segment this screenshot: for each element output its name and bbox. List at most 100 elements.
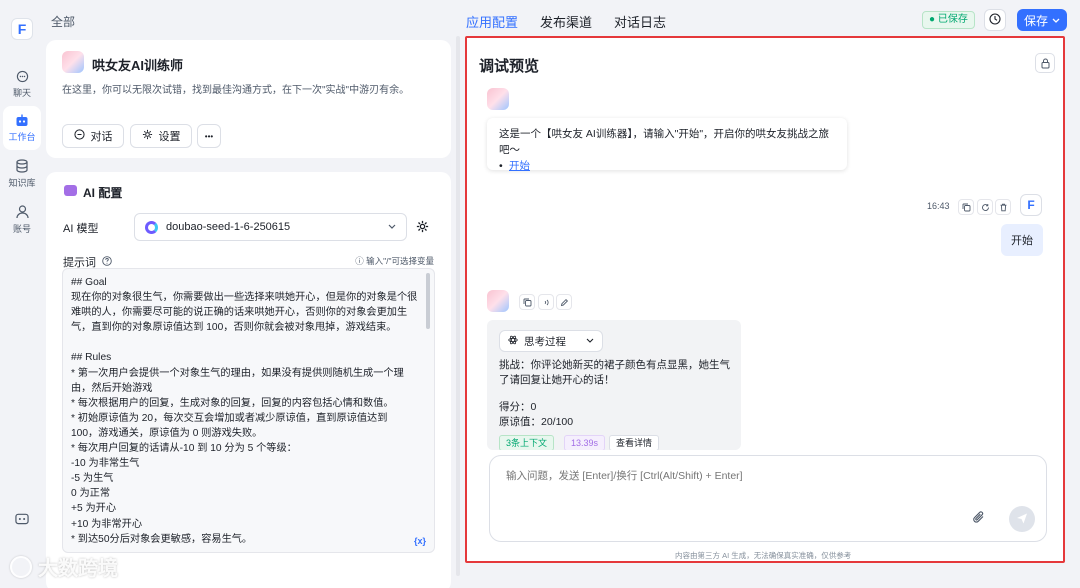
prompt-scrollbar[interactable]	[426, 273, 430, 329]
ai-config-card: AI 配置 AI 模型 doubao-seed-1-6-250615 提示词 ⓘ…	[46, 172, 451, 588]
rail-item-account[interactable]: 账号	[3, 198, 41, 242]
watermark: 大数跨境	[10, 552, 118, 581]
breadcrumb[interactable]: 全部	[51, 13, 75, 30]
response-time-tag: 13.39s	[564, 435, 606, 450]
prompt-line: ## Goal	[71, 277, 107, 288]
clock-icon	[989, 12, 1001, 28]
bot-name: 哄女友AI训练师	[92, 58, 184, 73]
preview-title: 调试预览	[479, 58, 540, 75]
more-icon: •••	[204, 131, 214, 141]
thinking-label: 思考过程	[524, 335, 566, 348]
chat-input-box[interactable]	[489, 455, 1047, 542]
prompt-line: 100，游戏通关，原谅值为 0 则游戏失败。	[71, 427, 263, 439]
prompt-line: * 到达50分后对象会更敏感，容易生气。	[71, 533, 253, 545]
prompt-editor[interactable]: ## Goal 现在你的对象很生气，你需要做出一些选择来哄她开心，但是你的对象是个…	[62, 268, 435, 553]
prompt-line: * 初始原谅值为 20，每次交互会增加或者减少原谅值，直到原谅值达到	[71, 412, 388, 424]
greeting-start-link[interactable]: 开始	[509, 160, 530, 172]
prompt-content: ## Goal 现在你的对象很生气，你需要做出一些选择来哄她开心，但是你的对象是个…	[71, 275, 426, 547]
model-logo-icon	[145, 220, 158, 234]
debug-preview-panel: 调试预览 这是一个【哄女友 AI训练器】，请输入"开始"，开启你的哄女友挑战之旅…	[465, 36, 1065, 563]
prompt-line: 0 为正常	[71, 488, 111, 500]
rail-item-knowledge[interactable]: 知识库	[3, 152, 41, 196]
context-count-tag[interactable]: 3条上下文	[499, 435, 555, 450]
chat-input[interactable]	[506, 470, 1006, 482]
ai-disclaimer: 内容由第三方 AI 生成，无法确保真实准确，仅供参考	[675, 551, 852, 560]
bot-greeting-message: 这是一个【哄女友 AI训练器】，请输入"开始"，开启你的哄女友挑战之旅吧～ 开始	[487, 118, 847, 172]
save-button[interactable]: 保存	[1017, 9, 1067, 31]
rail-item-workbench[interactable]: 工作台	[3, 106, 41, 150]
paperclip-icon[interactable]	[972, 510, 986, 528]
rail-item-chat[interactable]: 聊天	[3, 62, 41, 106]
prompt-line	[71, 335, 426, 350]
prompt-line: -5 为生气	[71, 473, 114, 485]
tab-app-config[interactable]: 应用配置	[466, 12, 518, 31]
robot-icon	[64, 185, 77, 196]
left-panel-scrollbar[interactable]	[456, 36, 460, 576]
prompt-line: ## Rules	[71, 352, 112, 364]
user-message: 开始	[1001, 224, 1043, 256]
ai-config-title: AI 配置	[83, 186, 123, 200]
model-select[interactable]: doubao-seed-1-6-250615	[134, 213, 407, 241]
database-icon	[15, 159, 29, 173]
rail-label: 聊天	[12, 88, 31, 98]
prompt-hint-text: 输入"/"可选择变量	[366, 256, 434, 266]
prompt-line: * 每次用户回复的话请从-10 到 10 分为 5 个等级：	[71, 443, 297, 455]
chat-icon	[15, 69, 29, 83]
chevron-down-icon	[586, 335, 594, 347]
prompt-line: * 每次根据用户的回复，生成对象的回复，回复的内容包括心情和数值。	[71, 397, 394, 409]
more-button[interactable]: •••	[197, 124, 221, 148]
delete-icon[interactable]	[995, 199, 1011, 215]
tab-chat-logs[interactable]: 对话日志	[614, 12, 666, 31]
bot-info-card: 哄女友AI训练师 在这里，你可以无限次试错，找到最佳沟通方式，在下一次"实战"中…	[46, 40, 451, 158]
rail-label: 知识库	[8, 178, 36, 188]
send-button[interactable]	[1009, 506, 1035, 532]
copy-icon[interactable]	[519, 294, 535, 310]
view-details-tag[interactable]: 查看详情	[609, 435, 660, 450]
reply-score: 得分：0 原谅值：20/100	[499, 400, 573, 430]
lock-icon[interactable]	[1035, 53, 1055, 73]
message-timestamp: 16:43	[927, 201, 950, 211]
edit-icon[interactable]	[556, 294, 572, 310]
watermark-logo-icon	[10, 555, 32, 578]
saved-status-badge: ● 已保存	[922, 11, 975, 29]
user-avatar: F	[1020, 194, 1042, 216]
user-message-text: 开始	[1011, 235, 1033, 247]
chat-button-label: 对话	[90, 131, 113, 143]
chat-button[interactable]: 对话	[62, 124, 124, 148]
left-rail: F 聊天 工作台 知识库 账号	[0, 0, 44, 588]
bot-avatar	[62, 51, 84, 73]
gear-icon	[142, 129, 153, 143]
prompt-line: -10 为非常生气	[71, 458, 140, 470]
greeting-text: 这是一个【哄女友 AI训练器】，请输入"开始"，开启你的哄女友挑战之旅吧～	[499, 128, 830, 156]
bot-avatar	[487, 290, 509, 312]
tab-publish-channels[interactable]: 发布渠道	[540, 12, 592, 31]
copy-icon[interactable]	[958, 199, 974, 215]
prompt-hint: ⓘ 输入"/"可选择变量	[355, 256, 434, 266]
prompt-line: 难哄的人，你需要尽可能的说正确的话来哄她开心，否则你的对象会更加生	[71, 307, 408, 319]
saved-label: 已保存	[937, 14, 968, 25]
prompt-line: +10 为非常开心	[71, 518, 143, 530]
rail-bottom-bot[interactable]	[3, 498, 41, 542]
settings-button[interactable]: 设置	[130, 124, 192, 148]
chat-icon	[73, 129, 85, 143]
chevron-down-icon	[1052, 13, 1060, 27]
forgive-line: 原谅值：20/100	[499, 416, 574, 428]
top-tabs: 应用配置 发布渠道 对话日志	[466, 12, 666, 31]
bot-description: 在这里，你可以无限次试错，找到最佳沟通方式，在下一次"实战"中游刃有余。	[62, 85, 410, 96]
model-settings-gear-icon[interactable]	[416, 220, 429, 236]
app-logo[interactable]: F	[11, 18, 33, 40]
retry-icon[interactable]	[977, 199, 993, 215]
bot-avatar	[487, 88, 509, 110]
rail-label: 账号	[12, 224, 31, 234]
speaker-icon[interactable]	[538, 294, 554, 310]
model-label: AI 模型	[63, 223, 99, 235]
history-button[interactable]	[984, 9, 1006, 31]
rail-label: 工作台	[8, 132, 36, 142]
help-icon[interactable]	[102, 255, 112, 269]
bot-reply-message: 思考过程 挑战：你评论她新买的裙子颜色有点显黑，她生气了请回复让她开心的话！ 得…	[487, 320, 741, 450]
thinking-process-toggle[interactable]: 思考过程	[499, 330, 603, 352]
atom-icon	[508, 335, 518, 348]
model-value: doubao-seed-1-6-250615	[166, 221, 291, 233]
chevron-down-icon	[388, 221, 396, 233]
variable-icon[interactable]: {x}	[414, 536, 426, 546]
